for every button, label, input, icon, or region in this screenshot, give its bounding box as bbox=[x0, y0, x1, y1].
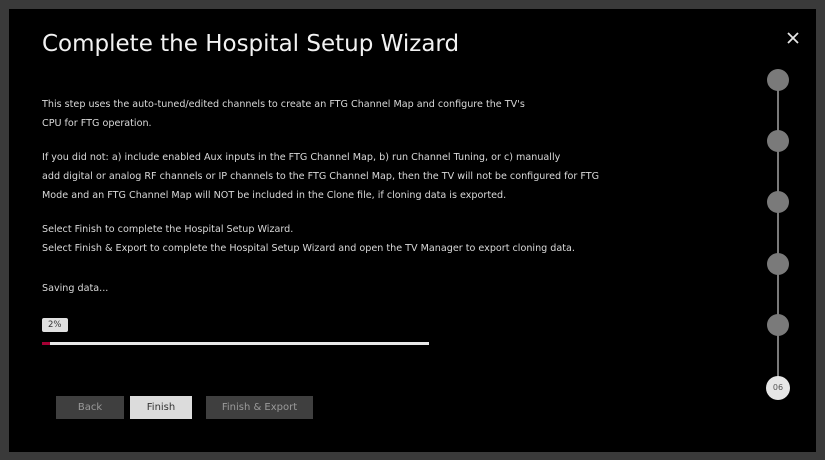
progress-bar-fill bbox=[42, 342, 50, 345]
step-dot-1 bbox=[767, 69, 789, 91]
finish-button[interactable]: Finish bbox=[130, 396, 192, 419]
description-paragraph-warning: If you did not: a) include enabled Aux i… bbox=[42, 152, 600, 201]
step-dot-4 bbox=[767, 253, 789, 275]
description-paragraph-intro: This step uses the auto-tuned/edited cha… bbox=[42, 99, 525, 129]
description-paragraph-instructions: Select Finish to complete the Hospital S… bbox=[42, 224, 575, 254]
progress-percent-badge: 2% bbox=[42, 318, 68, 332]
close-button[interactable] bbox=[782, 27, 804, 49]
step-dot-2 bbox=[767, 130, 789, 152]
description: This step uses the auto-tuned/edited cha… bbox=[42, 95, 692, 273]
dialog-title: Complete the Hospital Setup Wizard bbox=[42, 31, 460, 57]
step-dot-3 bbox=[767, 191, 789, 213]
finish-export-button[interactable]: Finish & Export bbox=[206, 396, 313, 419]
step-current: 06 bbox=[766, 376, 790, 400]
step-dot-5 bbox=[767, 314, 789, 336]
close-icon bbox=[787, 32, 799, 44]
status-text: Saving data... bbox=[42, 283, 109, 294]
step-indicator-line bbox=[777, 80, 779, 382]
back-button[interactable]: Back bbox=[56, 396, 124, 419]
step-indicator: 06 bbox=[754, 64, 802, 409]
wizard-dialog: Complete the Hospital Setup Wizard This … bbox=[9, 9, 816, 452]
progress-bar bbox=[42, 342, 429, 345]
